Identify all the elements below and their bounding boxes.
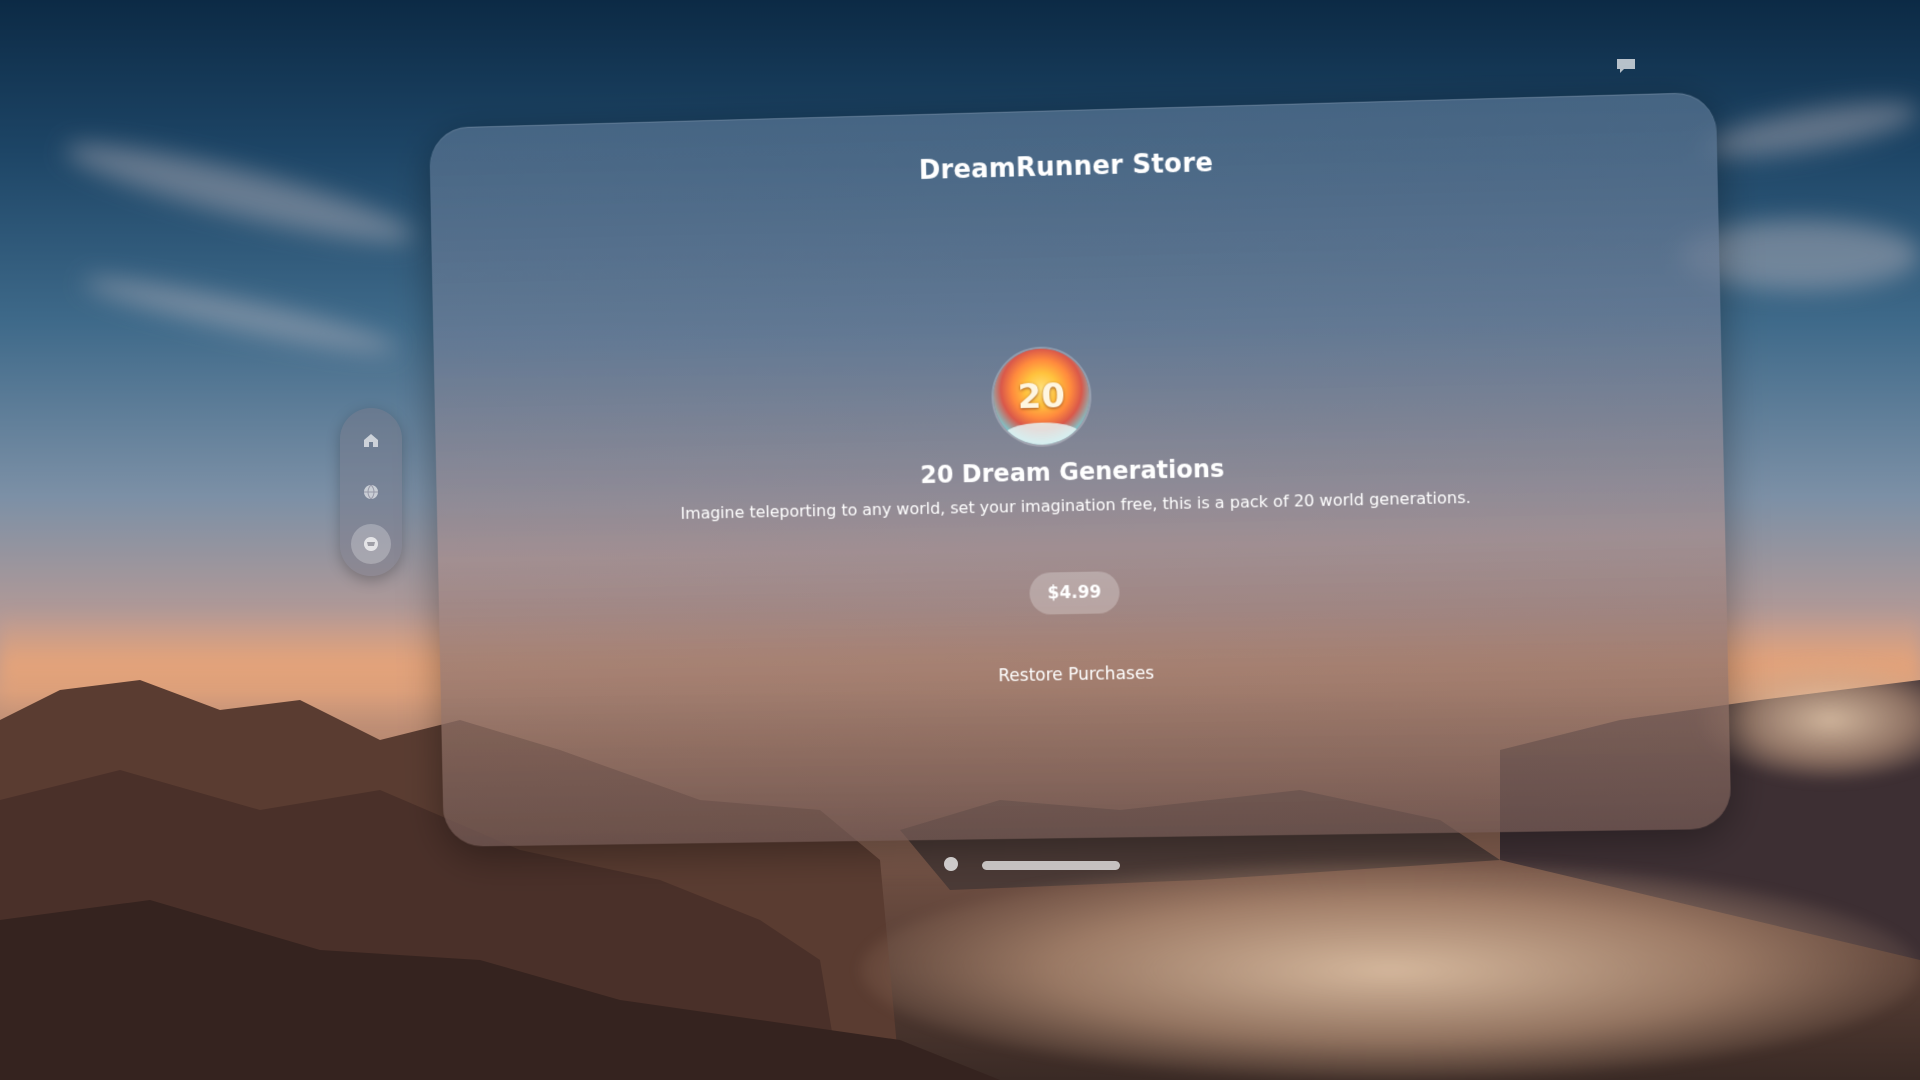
restore-purchases-button[interactable]: Restore Purchases — [440, 654, 1728, 696]
sky-cloud-streak — [59, 127, 421, 259]
globe-icon — [364, 484, 378, 500]
tab-worlds[interactable] — [351, 472, 391, 512]
cloud-sea — [860, 860, 1920, 1080]
tab-store[interactable] — [351, 524, 391, 564]
badge-number: 20 — [1017, 376, 1066, 418]
sky-cloud-streak — [1698, 91, 1920, 169]
chat-bubble-icon — [1617, 59, 1635, 73]
cart-icon — [364, 537, 378, 551]
sky-cloud-streak — [80, 267, 400, 363]
store-title: DreamRunner Store — [918, 148, 1214, 187]
badge-cloud — [1002, 421, 1083, 446]
window-close-dot[interactable] — [944, 857, 958, 871]
store-window: DreamRunner Store 20 20 Dream Generation… — [429, 91, 1732, 847]
tab-bar — [340, 408, 402, 576]
tab-home[interactable] — [351, 420, 391, 460]
chat-bubble-button[interactable] — [1610, 52, 1642, 80]
immersive-environment: DreamRunner Store 20 20 Dream Generation… — [0, 0, 1920, 1080]
window-grabber-bar[interactable] — [982, 861, 1120, 870]
dream-pack-badge-icon: 20 — [992, 347, 1091, 446]
house-icon — [364, 434, 378, 447]
buy-price-button[interactable]: $4.99 — [1029, 571, 1120, 615]
